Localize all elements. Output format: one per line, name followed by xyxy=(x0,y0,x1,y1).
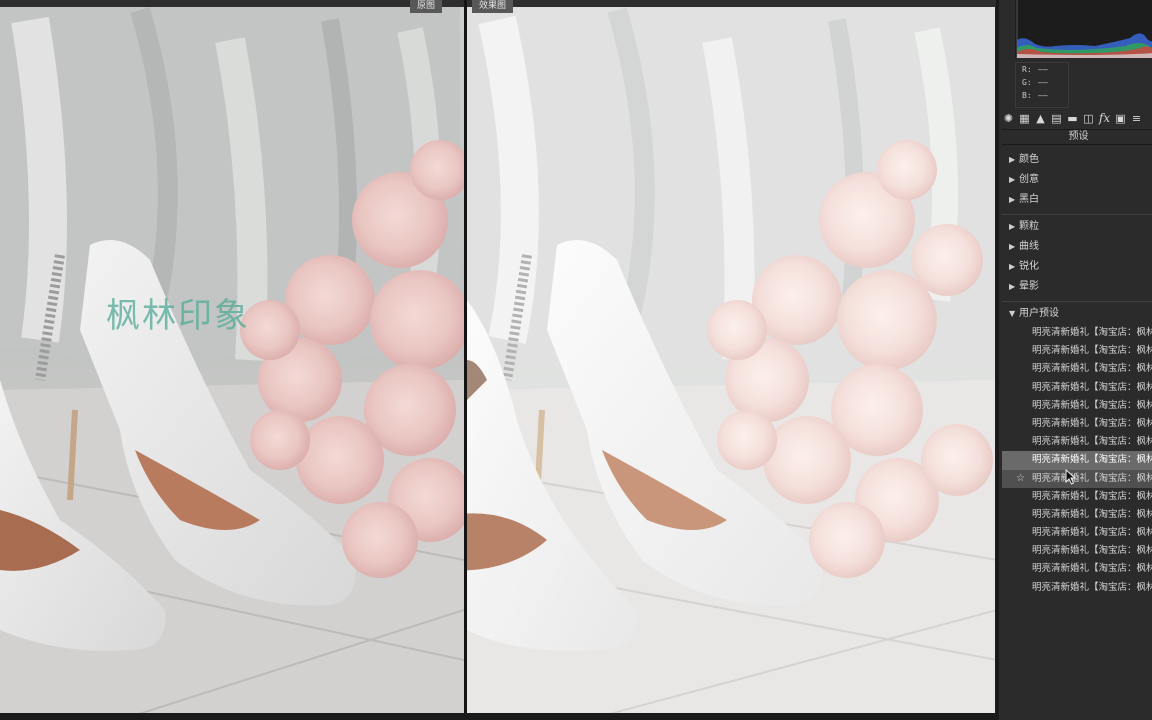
wedding-photo-before xyxy=(0,7,464,713)
hsl-icon[interactable]: ▲ xyxy=(1033,111,1048,126)
after-label: 效果图 xyxy=(472,0,514,13)
triangle-right-icon: ▶ xyxy=(1009,155,1016,164)
group-bw[interactable]: ▶ 黑白 xyxy=(1002,190,1152,210)
triangle-right-icon: ▶ xyxy=(1009,282,1016,291)
preset-tree: ▶ 颜色 ▶ 创意 ▶ 黑白 ▶ 颗粒 ▶ 曲线 ▶ 锐化 ▶ 晕影 ▼ 用户预设 明亮清新婚礼… xyxy=(1002,150,1152,597)
preset-item[interactable]: 明亮清新婚礼【淘宝店：枫林 xyxy=(1002,415,1152,433)
group-sharpen[interactable]: ▶ 锐化 xyxy=(1002,257,1152,277)
preset-item[interactable]: 明亮清新婚礼【淘宝店：枫林 xyxy=(1002,524,1152,542)
preset-list: 明亮清新婚礼【淘宝店：枫林 明亮清新婚礼【淘宝店：枫林 明亮清新婚礼【淘宝店：枫… xyxy=(1002,324,1152,597)
divider xyxy=(1002,301,1152,302)
preset-item[interactable]: 明亮清新婚礼【淘宝店：枫林 xyxy=(1002,579,1152,597)
compare-bottom-bar xyxy=(0,713,996,720)
triangle-right-icon: ▶ xyxy=(1009,195,1016,204)
watermark: 枫林印象 xyxy=(106,296,250,336)
group-curve[interactable]: ▶ 曲线 xyxy=(1002,237,1152,257)
after-grade-overlay xyxy=(467,7,995,713)
after-pane[interactable] xyxy=(467,7,995,713)
split-toning-icon[interactable]: ▤ xyxy=(1049,111,1064,126)
preset-item[interactable]: 明亮清新婚礼【淘宝店：枫林 xyxy=(1002,542,1152,560)
triangle-right-icon: ▶ xyxy=(1009,222,1016,231)
group-grain[interactable]: ▶ 颗粒 xyxy=(1002,217,1152,237)
triangle-right-icon: ▶ xyxy=(1009,175,1016,184)
calibration-icon[interactable]: ▣ xyxy=(1113,111,1128,126)
before-label: 原图 xyxy=(410,0,443,13)
rgb-readout: R: —— G: —— B: —— xyxy=(1015,62,1069,108)
preset-item[interactable]: 明亮清新婚礼【淘宝店：枫林 xyxy=(1002,360,1152,378)
preset-item[interactable]: 明亮清新婚礼【淘宝店：枫林 xyxy=(1002,433,1152,451)
more-icon[interactable]: ≡ xyxy=(1129,111,1144,126)
preset-item-hovered[interactable]: ☆ 明亮清新婚礼【淘宝店：枫林 xyxy=(1002,469,1152,488)
preset-item[interactable]: 明亮清新婚礼【淘宝店：枫林 xyxy=(1002,342,1152,360)
group-color[interactable]: ▶ 颜色 xyxy=(1002,150,1152,170)
photo-canvas[interactable]: 原图 效果图 枫林印象 xyxy=(0,0,996,720)
readout-b: B: —— xyxy=(1022,91,1048,100)
readout-g: G: —— xyxy=(1022,78,1048,87)
group-user-presets[interactable]: ▼ 用户预设 xyxy=(1002,304,1152,324)
right-panel: R: —— G: —— B: —— ✺ ▦ ▲ ▤ ▬ ◫ fx ▣ ≡ 预设 ▶ 颜色… xyxy=(996,0,1152,720)
preset-item-selected[interactable]: 明亮清新婚礼【淘宝店：枫林 xyxy=(1002,451,1152,470)
preset-item[interactable]: 明亮清新婚礼【淘宝店：枫林 xyxy=(1002,560,1152,578)
before-pane[interactable] xyxy=(0,7,464,713)
star-icon[interactable]: ☆ xyxy=(1016,470,1025,488)
panel-title: 预设 xyxy=(1002,129,1152,145)
preset-item[interactable]: 明亮清新婚礼【淘宝店：枫林 xyxy=(1002,397,1152,415)
detail-icon[interactable]: ▬ xyxy=(1065,111,1080,126)
panel-toolbar: ✺ ▦ ▲ ▤ ▬ ◫ fx ▣ ≡ xyxy=(1001,109,1152,127)
triangle-down-icon: ▼ xyxy=(1009,309,1016,318)
group-creative[interactable]: ▶ 创意 xyxy=(1002,170,1152,190)
readout-r: R: —— xyxy=(1022,65,1048,74)
preset-item[interactable]: 明亮清新婚礼【淘宝店：枫林 xyxy=(1002,379,1152,397)
tone-curve-icon[interactable]: ▦ xyxy=(1017,111,1032,126)
fx-icon[interactable]: fx xyxy=(1097,111,1112,126)
lens-icon[interactable]: ◫ xyxy=(1081,111,1096,126)
group-vignette[interactable]: ▶ 晕影 xyxy=(1002,277,1152,297)
preset-item[interactable]: 明亮清新婚礼【淘宝店：枫林 xyxy=(1002,488,1152,506)
basic-icon[interactable]: ✺ xyxy=(1001,111,1016,126)
triangle-right-icon: ▶ xyxy=(1009,262,1016,271)
histogram xyxy=(1015,0,1152,58)
preset-item[interactable]: 明亮清新婚礼【淘宝店：枫林 xyxy=(1002,324,1152,342)
divider xyxy=(1002,214,1152,215)
preset-item[interactable]: 明亮清新婚礼【淘宝店：枫林 xyxy=(1002,506,1152,524)
triangle-right-icon: ▶ xyxy=(1009,242,1016,251)
